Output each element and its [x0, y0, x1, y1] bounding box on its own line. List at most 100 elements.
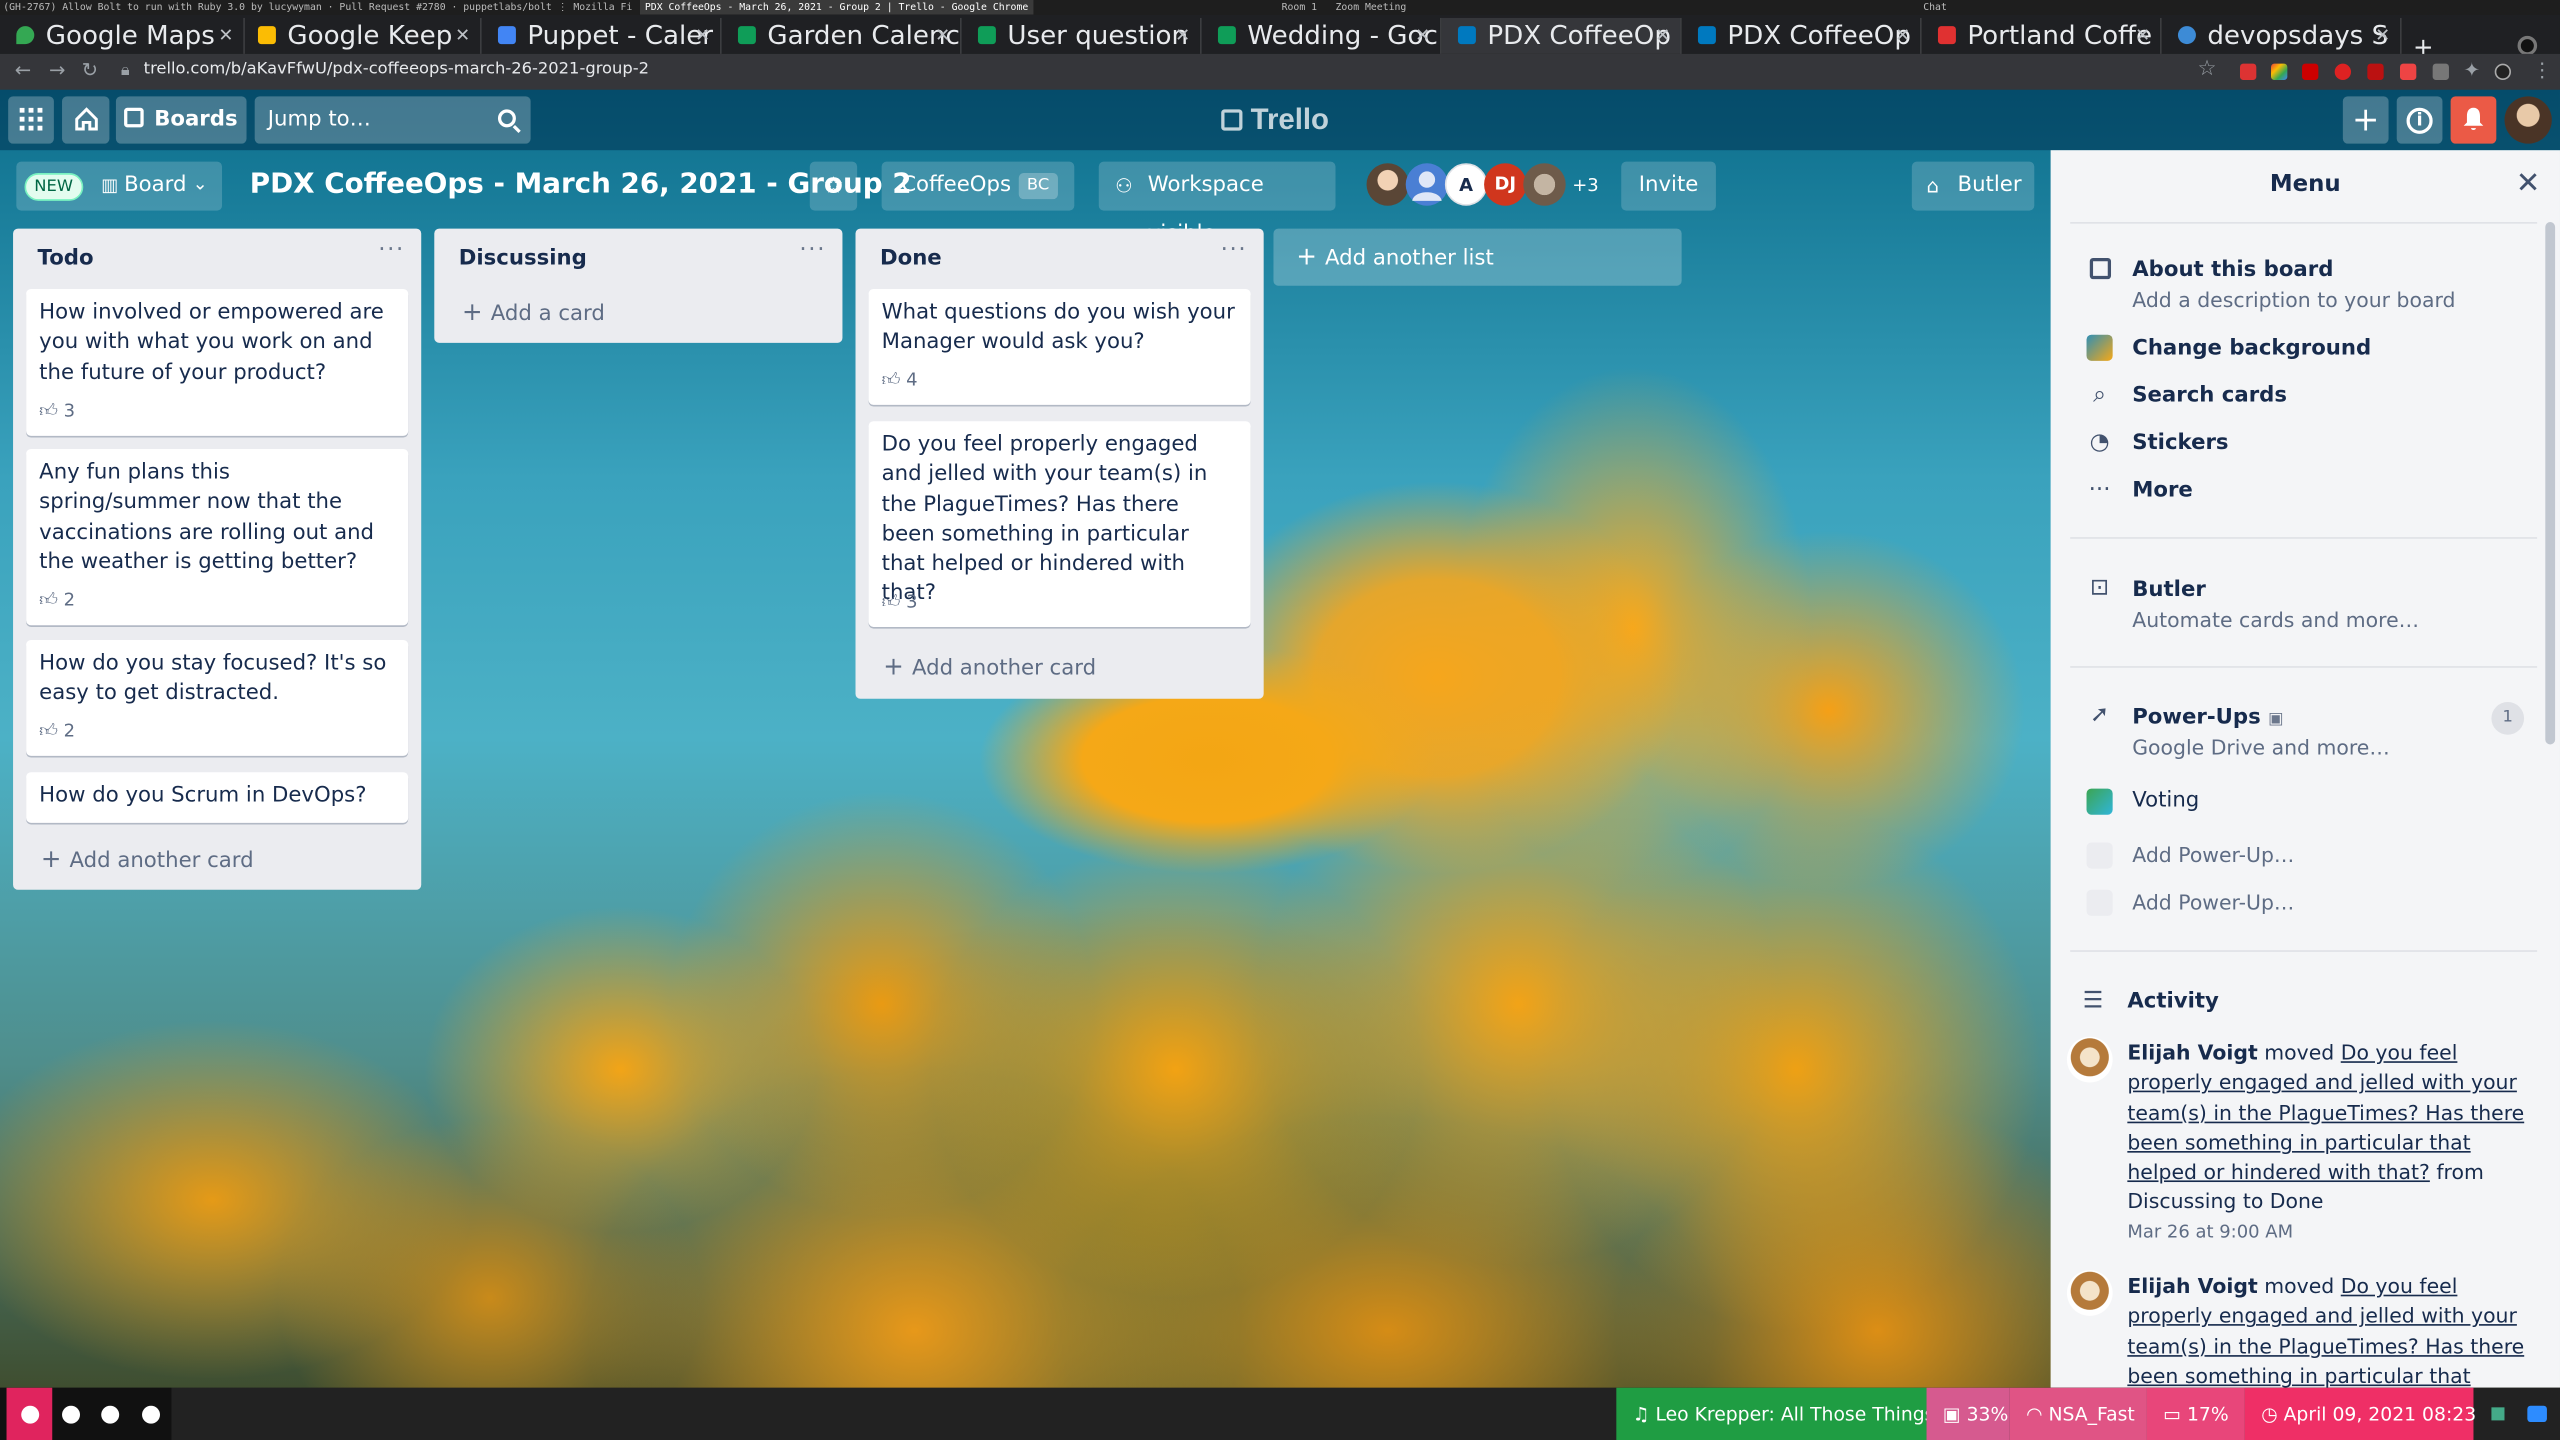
close-tab-icon[interactable]: ✕: [2135, 18, 2150, 54]
member-avatar[interactable]: [1405, 163, 1449, 206]
boards-button[interactable]: Boards: [115, 96, 247, 144]
list-title[interactable]: Todo: [38, 247, 94, 271]
butler-button[interactable]: ⌂ Butler: [1911, 161, 2035, 211]
tab-pdx-coffeeops[interactable]: PDX CoffeeOp ✕: [1682, 17, 1922, 54]
close-tab-icon[interactable]: ✕: [2375, 18, 2390, 54]
extension-icon[interactable]: [2399, 63, 2417, 80]
user-avatar[interactable]: [2504, 96, 2552, 144]
search-cards-link[interactable]: Search cards: [2132, 384, 2287, 408]
extension-icon[interactable]: [2239, 63, 2257, 80]
info-icon[interactable]: i: [2396, 96, 2443, 144]
profile-icon[interactable]: [2494, 63, 2512, 80]
extension-icon[interactable]: [2334, 63, 2352, 80]
create-plus-button[interactable]: +: [2342, 96, 2389, 144]
apps-grid-icon[interactable]: [8, 96, 54, 144]
workspace-button[interactable]: CoffeeOps BC: [881, 161, 1075, 211]
list-card[interactable]: How do you Scrum in DevOps?: [26, 772, 409, 823]
close-tab-icon[interactable]: ✕: [935, 18, 950, 54]
list-title[interactable]: Done: [880, 247, 942, 271]
close-tab-icon[interactable]: ✕: [218, 18, 233, 54]
tab-portland-coffee[interactable]: Portland Coffe ✕: [1922, 17, 2162, 54]
stickers-link[interactable]: Stickers: [2132, 431, 2228, 455]
close-tab-icon[interactable]: ✕: [455, 18, 470, 54]
change-background-link[interactable]: Change background: [2132, 336, 2371, 360]
tab-pdx-coffeeops-active[interactable]: PDX CoffeeOp ✕: [1441, 17, 1682, 54]
tab-devopsdays[interactable]: devopsdays S ✕: [2162, 17, 2402, 54]
add-list-button[interactable]: + Add another list: [1273, 228, 1682, 286]
more-link[interactable]: More: [2132, 478, 2193, 502]
notifications-bell-icon[interactable]: [2450, 96, 2497, 144]
tab-wedding[interactable]: Wedding - Goc ✕: [1202, 17, 1442, 54]
zoom-tray-icon[interactable]: [2527, 1405, 2547, 1423]
close-tab-icon[interactable]: ✕: [1415, 18, 1430, 54]
member-avatar[interactable]: [1523, 163, 1566, 206]
close-tab-icon[interactable]: ✕: [1655, 18, 1670, 54]
workspace-dot[interactable]: [21, 1405, 40, 1424]
bookmark-star-icon[interactable]: ☆: [2198, 57, 2217, 81]
tab-google-maps[interactable]: Google Maps ✕: [0, 17, 245, 54]
tab-puppet-calendar[interactable]: Puppet - Caler ✕: [482, 17, 722, 54]
close-tab-icon[interactable]: ✕: [695, 18, 710, 54]
about-board-description[interactable]: Add a description to your board: [2132, 287, 2455, 311]
extension-icon[interactable]: [2367, 63, 2384, 80]
workspace-dot[interactable]: [142, 1405, 160, 1424]
trello-logo[interactable]: Trello: [1221, 103, 1329, 137]
workspace-dot[interactable]: [101, 1405, 120, 1424]
jump-to-search[interactable]: Jump to…: [254, 96, 531, 144]
member-avatar[interactable]: DJ: [1484, 163, 1527, 206]
visibility-button[interactable]: ⚇ Workspace visible: [1098, 161, 1336, 247]
board-view-switcher[interactable]: NEW ▥ Board ⌄: [16, 161, 223, 211]
close-icon[interactable]: ✕: [2516, 167, 2541, 201]
tab-garden-calendar[interactable]: Garden Calenc ✕: [722, 17, 962, 54]
activity-user-avatar[interactable]: [2066, 1036, 2113, 1083]
extensions-puzzle-icon[interactable]: ✦: [2464, 59, 2480, 82]
forward-icon[interactable]: →: [49, 59, 65, 82]
member-avatar[interactable]: [1366, 163, 1409, 206]
activity-user-avatar[interactable]: [2066, 1270, 2113, 1316]
list-menu-icon[interactable]: ···: [378, 237, 405, 263]
close-tab-icon[interactable]: ✕: [1895, 18, 1910, 54]
activity-timestamp[interactable]: Mar 26 at 9:00 AM: [2127, 1221, 2293, 1242]
close-tab-icon[interactable]: ✕: [1175, 18, 1190, 54]
back-icon[interactable]: ←: [15, 59, 31, 82]
add-powerup-link[interactable]: Add Power-Up…: [2132, 890, 2294, 914]
extension-icon[interactable]: [2302, 63, 2319, 80]
list-card[interactable]: Do you feel properly engaged and jelled …: [868, 421, 1251, 627]
voting-powerup-link[interactable]: Voting: [2132, 789, 2199, 813]
extension-icon[interactable]: [2271, 63, 2288, 80]
more-members-count[interactable]: +3: [1572, 175, 1598, 196]
star-board-icon[interactable]: ☆: [809, 161, 858, 211]
list-menu-icon[interactable]: ···: [799, 237, 826, 263]
invite-button[interactable]: Invite: [1621, 161, 1716, 211]
reload-icon[interactable]: ↻: [82, 59, 98, 82]
wifi-status[interactable]: ◠ NSA_Fast: [2009, 1387, 2147, 1440]
tray-icon[interactable]: [2491, 1407, 2505, 1421]
add-card-button[interactable]: + Add another card: [41, 844, 254, 873]
list-card[interactable]: How do you stay focused? It's so easy to…: [26, 639, 409, 756]
clock[interactable]: ◷ April 09, 2021 08:23: [2244, 1387, 2476, 1440]
butler-link[interactable]: Butler: [2132, 578, 2206, 602]
add-powerup-link[interactable]: Add Power-Up…: [2132, 842, 2294, 866]
browser-menu-icon[interactable]: ⋮: [2532, 59, 2552, 82]
powerups-description[interactable]: Google Drive and more…: [2132, 735, 2390, 759]
list-menu-icon[interactable]: ···: [1221, 237, 1248, 263]
tab-user-questions[interactable]: User question ✕: [962, 17, 1202, 54]
butler-description[interactable]: Automate cards and more…: [2132, 607, 2419, 631]
url-input[interactable]: trello.com/b/aKavFfwU/pdx-coffeeops-marc…: [144, 60, 649, 78]
list-card[interactable]: What questions do you wish your Manager …: [868, 288, 1251, 405]
window-control-icon[interactable]: [2517, 35, 2538, 56]
music-status[interactable]: ♫ Leo Krepper: All Those Things: [1616, 1387, 1934, 1440]
menu-scrollbar[interactable]: [2545, 222, 2556, 745]
list-title[interactable]: Discussing: [459, 247, 587, 271]
list-card[interactable]: Any fun plans this spring/summer now tha…: [26, 448, 409, 626]
home-icon[interactable]: [62, 96, 110, 144]
add-card-button[interactable]: + Add another card: [883, 651, 1096, 680]
member-avatar[interactable]: A: [1444, 163, 1488, 206]
about-board-link[interactable]: About this board: [2132, 258, 2333, 282]
tab-google-keep[interactable]: Google Keep ✕: [242, 17, 482, 54]
extension-icon[interactable]: [2432, 63, 2449, 80]
workspace-dot[interactable]: [62, 1405, 80, 1424]
list-card[interactable]: How involved or empowered are you with w…: [26, 288, 409, 436]
powerups-link[interactable]: Power-Ups ▣: [2132, 705, 2283, 729]
add-card-button[interactable]: + Add a card: [462, 297, 605, 326]
